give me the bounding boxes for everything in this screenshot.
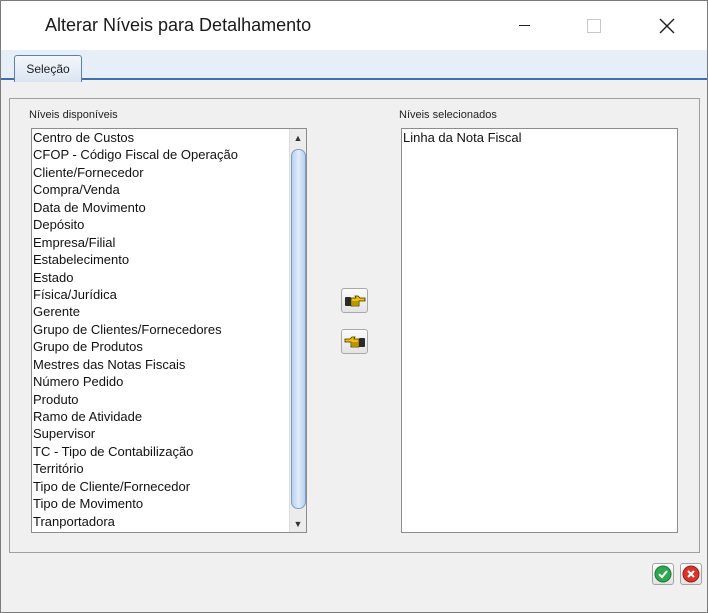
available-level-item[interactable]: Centro de Custos <box>33 129 288 146</box>
selection-panel: Níveis disponíveis Níveis selecionados C… <box>9 98 700 553</box>
maximize-icon <box>587 18 601 33</box>
ok-button[interactable] <box>652 563 674 585</box>
hand-pointing-left-icon <box>344 336 365 347</box>
selected-levels-list[interactable]: Linha da Nota Fiscal <box>401 128 678 533</box>
scroll-up-arrow-icon[interactable]: ▲ <box>290 129 306 146</box>
green-check-icon <box>654 565 672 583</box>
maximize-button[interactable] <box>571 1 617 50</box>
scrollbar-thumb[interactable] <box>291 149 306 509</box>
dialog-window: Alterar Níveis para Detalhamento Seleção… <box>0 0 708 613</box>
available-level-item[interactable]: Mestres das Notas Fiscais <box>33 356 288 373</box>
title-bar: Alterar Níveis para Detalhamento <box>1 1 707 50</box>
available-level-item[interactable]: Grupo de Produtos <box>33 338 288 355</box>
minimize-button[interactable] <box>501 1 547 50</box>
tab-strip: Seleção <box>1 50 707 82</box>
scroll-down-arrow-icon[interactable]: ▼ <box>290 515 306 532</box>
available-level-item[interactable]: Supervisor <box>33 425 288 442</box>
selected-levels-items: Linha da Nota Fiscal <box>403 129 677 532</box>
available-level-item[interactable]: Tipo de Movimento <box>33 495 288 512</box>
cancel-button[interactable] <box>680 563 702 585</box>
close-button[interactable] <box>644 1 690 50</box>
available-level-item[interactable]: Território <box>33 460 288 477</box>
available-level-item[interactable]: Cliente/Fornecedor <box>33 164 288 181</box>
available-level-item[interactable]: Depósito <box>33 216 288 233</box>
available-level-item[interactable]: Física/Jurídica <box>33 286 288 303</box>
available-level-item[interactable]: Ramo de Atividade <box>33 408 288 425</box>
available-level-item[interactable]: Tranportadora <box>33 513 288 530</box>
available-level-item[interactable]: TC - Tipo de Contabilização <box>33 443 288 460</box>
available-level-item[interactable]: Estado <box>33 269 288 286</box>
available-level-item[interactable]: Número Pedido <box>33 373 288 390</box>
minimize-icon <box>518 25 530 26</box>
available-level-item[interactable]: Gerente <box>33 303 288 320</box>
available-level-item[interactable]: Compra/Venda <box>33 181 288 198</box>
available-level-item[interactable]: Produto <box>33 391 288 408</box>
selected-level-item[interactable]: Linha da Nota Fiscal <box>403 129 677 146</box>
window-title: Alterar Níveis para Detalhamento <box>45 15 312 35</box>
available-level-item[interactable]: Data de Movimento <box>33 199 288 216</box>
available-levels-items: Centro de Custos CFOP - Código Fiscal de … <box>33 129 288 532</box>
hand-pointing-right-icon <box>344 295 365 306</box>
red-x-icon <box>682 565 700 583</box>
close-icon <box>659 18 675 33</box>
available-levels-list[interactable]: Centro de Custos CFOP - Código Fiscal de … <box>31 128 307 533</box>
available-level-item[interactable]: Estabelecimento <box>33 251 288 268</box>
available-level-item[interactable]: Empresa/Filial <box>33 234 288 251</box>
tab-selecao[interactable]: Seleção <box>14 55 82 82</box>
remove-level-button[interactable] <box>341 329 368 354</box>
available-levels-label: Níveis disponíveis <box>29 109 118 121</box>
add-level-button[interactable] <box>341 288 368 313</box>
available-level-item[interactable]: CFOP - Código Fiscal de Operação <box>33 146 288 163</box>
available-level-item[interactable]: Tipo de Cliente/Fornecedor <box>33 478 288 495</box>
selected-levels-label: Níveis selecionados <box>399 109 497 121</box>
available-level-item[interactable]: Grupo de Clientes/Fornecedores <box>33 321 288 338</box>
available-list-scrollbar[interactable]: ▲ ▼ <box>289 129 306 532</box>
